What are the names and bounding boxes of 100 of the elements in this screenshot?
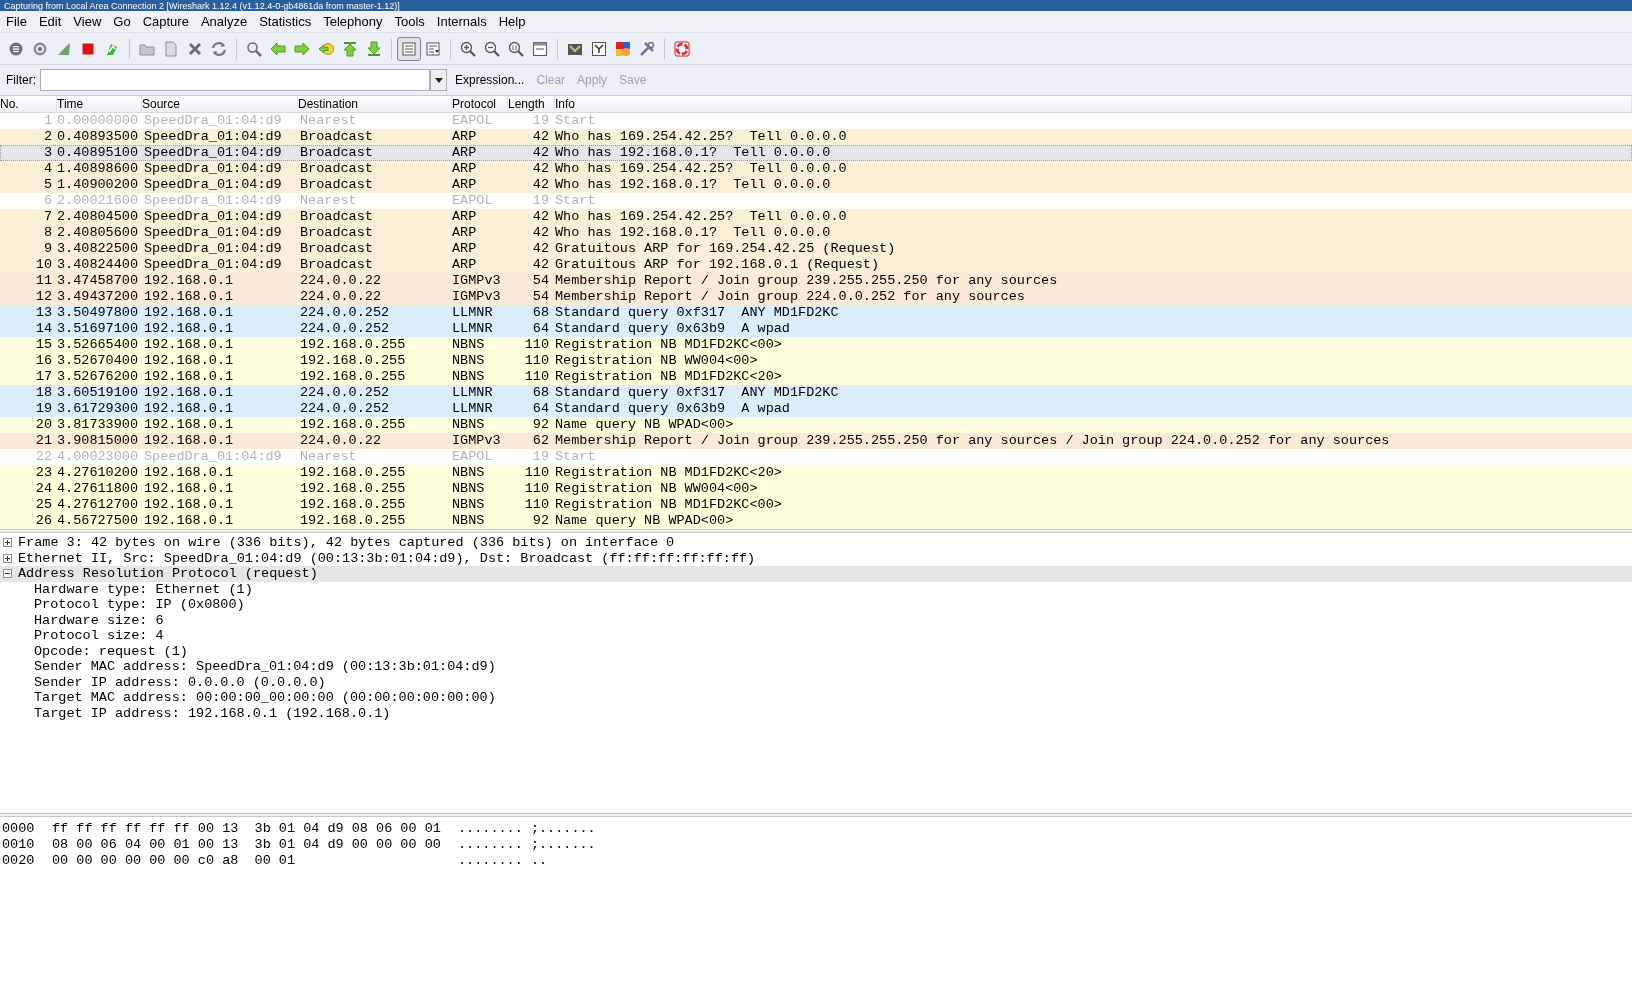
menu-item[interactable]: Statistics <box>253 11 318 32</box>
menu-item[interactable]: Edit <box>32 11 68 32</box>
column-header[interactable]: Destination <box>298 96 452 112</box>
menu-item[interactable]: Tools <box>388 11 431 32</box>
packet-row[interactable]: 16 3.52670400 192.168.0.1 192.168.0.255 NBNS 110 Registration NB WW004<00> <box>0 353 1632 369</box>
table-cell-text: Broadcast <box>299 209 374 225</box>
up-arrow-icon <box>342 40 358 57</box>
packet-row[interactable]: 20 3.81733900 192.168.0.1 192.168.0.255 NBNS 92 Name query NB WPAD<00> <box>0 417 1632 433</box>
tree-text: Protocol size: 4 <box>33 628 165 644</box>
table-cell-text: 3.51697100 <box>56 321 139 337</box>
expand-icon[interactable] <box>3 553 12 563</box>
table-cell-text: 54 <box>531 289 549 305</box>
table-cell-text: SpeedDra_01:04:d9 <box>143 225 283 241</box>
packet-row[interactable]: 3 0.40895100 SpeedDra_01:04:d9 Broadcast ARP 42 Who has 192.168.0.1? Tell 0.0.0.0 <box>0 145 1632 161</box>
hex-bytes: 00 00 00 00 00 00 c0 a8 00 01 <box>52 853 297 869</box>
expand-icon[interactable] <box>3 538 12 548</box>
table-cell-text: SpeedDra_01:04:d9 <box>143 241 283 257</box>
table-cell-text: 192.168.0.255 <box>299 353 407 369</box>
table-cell-text: Broadcast <box>299 145 374 161</box>
menu-item[interactable]: File <box>0 11 33 32</box>
packet-row[interactable]: 2 0.40893500 SpeedDra_01:04:d9 Broadcast ARP 42 Who has 169.254.42.25? Tell 0.0.0.0 <box>0 129 1632 145</box>
table-cell-text: SpeedDra_01:04:d9 <box>143 129 283 145</box>
column-header[interactable]: Length <box>508 96 555 112</box>
table-cell-text: 3.81733900 <box>56 417 139 433</box>
table-cell-text: ARP <box>451 129 478 145</box>
packet-row[interactable]: 8 2.40805600 SpeedDra_01:04:d9 Broadcast ARP 42 Who has 192.168.0.1? Tell 0.0.0.0 <box>0 225 1632 241</box>
menu-item[interactable]: View <box>67 11 108 32</box>
table-cell-text: Name query NB WPAD<00> <box>554 513 735 529</box>
column-header[interactable]: No. <box>0 96 57 112</box>
table-cell-text: NBNS <box>451 369 486 385</box>
table-cell-text: LLMNR <box>451 321 494 337</box>
menu-item[interactable]: Analyze <box>194 11 254 32</box>
table-cell-text: 192.168.0.1 <box>143 289 235 305</box>
packet-row[interactable]: 4 1.40898600 SpeedDra_01:04:d9 Broadcast ARP 42 Who has 169.254.42.25? Tell 0.0.0.0 <box>0 161 1632 177</box>
table-cell-text: Broadcast <box>299 177 374 193</box>
window-title: Capturing from Local Area Connection 2 [Wireshark 1.12.4 (v1.12.4-0-gb4861da from master-1.12)] <box>4 1 400 11</box>
table-cell-text: Standard query 0xf317 ANY MD1FD2KC <box>554 305 840 321</box>
packet-row[interactable]: 21 3.90815000 192.168.0.1 224.0.0.22 IGMPv3 62 Membership Report / Join group 239.255.255.250 for any sources / Join group 224.0.0.252 for any sources <box>0 433 1632 449</box>
packet-row[interactable]: 23 4.27610200 192.168.0.1 192.168.0.255 NBNS 110 Registration NB MD1FD2KC<20> <box>0 465 1632 481</box>
table-cell-text: NBNS <box>451 513 486 529</box>
tree-text: Address Resolution Protocol (request) <box>18 566 318 582</box>
table-cell-text: 92 <box>531 513 549 529</box>
ascii-text: ........ ;....... <box>458 821 596 837</box>
tree-row[interactable]: Address Resolution Protocol (request) <box>0 566 1632 582</box>
packet-row[interactable]: 19 3.61729300 192.168.0.1 224.0.0.252 LLMNR 64 Standard query 0x63b9 A wpad <box>0 401 1632 417</box>
menu-item[interactable]: Go <box>107 11 137 32</box>
table-cell-text: 192.168.0.1 <box>143 401 235 417</box>
packet-row[interactable]: 26 4.56727500 192.168.0.1 192.168.0.255 NBNS 92 Name query NB WPAD<00> <box>0 513 1632 529</box>
column-header[interactable]: Time <box>57 96 142 112</box>
tree-row[interactable]: Frame 3: 42 bytes on wire (336 bits), 42 bytes captured (336 bits) on interface 0 <box>0 535 1632 551</box>
table-cell-text: 42 <box>531 257 549 273</box>
table-cell-text: 14 <box>34 321 52 337</box>
table-cell-text: NBNS <box>451 481 486 497</box>
resize-columns-icon <box>532 40 548 57</box>
tree-text: Target MAC address: 00:00:00_00:00:00 (00:00:00:00:00:00) <box>33 690 497 706</box>
table-cell-text: Who has 169.254.42.25? Tell 0.0.0.0 <box>554 209 848 225</box>
packet-row[interactable]: 5 1.40900200 SpeedDra_01:04:d9 Broadcast ARP 42 Who has 192.168.0.1? Tell 0.0.0.0 <box>0 177 1632 193</box>
packet-row[interactable]: 13 3.50497800 192.168.0.1 224.0.0.252 LLMNR 68 Standard query 0xf317 ANY MD1FD2KC <box>0 305 1632 321</box>
filter-button[interactable]: Expression... <box>451 71 529 89</box>
table-cell-text: 110 <box>523 481 549 497</box>
table-cell-text: 4.27610200 <box>56 465 139 481</box>
table-cell-text: 192.168.0.1 <box>143 481 235 497</box>
table-cell-text: Broadcast <box>299 225 374 241</box>
menu-item[interactable]: Internals <box>430 11 493 32</box>
table-cell-text: 2.00021600 <box>56 193 139 209</box>
collapse-icon[interactable] <box>3 569 12 579</box>
menu-item[interactable]: Capture <box>136 11 195 32</box>
dropdown-button[interactable] <box>430 69 447 91</box>
packet-row[interactable]: 9 3.40822500 SpeedDra_01:04:d9 Broadcast ARP 42 Gratuitous ARP for 169.254.42.25 (Request) <box>0 241 1632 257</box>
table-cell-text: ARP <box>451 161 478 177</box>
table-cell-text: Registration NB MD1FD2KC<00> <box>554 337 783 353</box>
packet-row[interactable]: 25 4.27612700 192.168.0.1 192.168.0.255 NBNS 110 Registration NB MD1FD2KC<00> <box>0 497 1632 513</box>
table-cell-text: 4.56727500 <box>56 513 139 529</box>
packet-row[interactable]: 11 3.47458700 192.168.0.1 224.0.0.22 IGMPv3 54 Membership Report / Join group 239.255.255.250 for any sources <box>0 273 1632 289</box>
table-cell-text: 16 <box>34 353 52 369</box>
table-cell-text: 224.0.0.22 <box>299 289 382 305</box>
menu-item[interactable]: Telephony <box>317 11 389 32</box>
tree-text: Protocol type: IP (0x0800) <box>33 597 246 613</box>
packet-row[interactable]: 12 3.49437200 192.168.0.1 224.0.0.22 IGMPv3 54 Membership Report / Join group 224.0.0.252 for any sources <box>0 289 1632 305</box>
packet-row[interactable]: 18 3.60519100 192.168.0.1 224.0.0.252 LLMNR 68 Standard query 0xf317 ANY MD1FD2KC <box>0 385 1632 401</box>
tree-text: Hardware size: 6 <box>33 612 165 628</box>
table-cell-text: 192.168.0.255 <box>299 513 407 529</box>
column-header[interactable]: Protocol <box>452 96 508 112</box>
packet-row[interactable]: 24 4.27611800 192.168.0.1 192.168.0.255 NBNS 110 Registration NB WW004<00> <box>0 481 1632 497</box>
packet-row[interactable]: 14 3.51697100 192.168.0.1 224.0.0.252 LLMNR 64 Standard query 0x63b9 A wpad <box>0 321 1632 337</box>
list-button[interactable] <box>397 36 421 61</box>
column-header[interactable]: Info <box>555 96 1632 112</box>
packet-row[interactable]: 17 3.52676200 192.168.0.1 192.168.0.255 NBNS 110 Registration NB MD1FD2KC<20> <box>0 369 1632 385</box>
packet-row[interactable]: 15 3.52665400 192.168.0.1 192.168.0.255 NBNS 110 Registration NB MD1FD2KC<00> <box>0 337 1632 353</box>
table-cell-text: 1 <box>42 113 52 129</box>
menu-item[interactable]: Help <box>492 11 532 32</box>
column-header[interactable]: Source <box>142 96 298 112</box>
table-cell-text: SpeedDra_01:04:d9 <box>143 113 283 129</box>
packet-row[interactable]: 10 3.40824400 SpeedDra_01:04:d9 Broadcast ARP 42 Gratuitous ARP for 192.168.0.1 (Request) <box>0 257 1632 273</box>
filter-field[interactable] <box>40 69 430 91</box>
table-cell-text: 18 <box>34 385 52 401</box>
packet-row[interactable]: 7 2.40804500 SpeedDra_01:04:d9 Broadcast ARP 42 Who has 169.254.42.25? Tell 0.0.0.0 <box>0 209 1632 225</box>
tree-row[interactable]: Ethernet II, Src: SpeedDra_01:04:d9 (00:13:3b:01:04:d9), Dst: Broadcast (ff:ff:ff:ff:ff:ff) <box>0 550 1632 566</box>
table-cell-text: 192.168.0.1 <box>143 417 235 433</box>
table-cell-text: 68 <box>531 305 549 321</box>
